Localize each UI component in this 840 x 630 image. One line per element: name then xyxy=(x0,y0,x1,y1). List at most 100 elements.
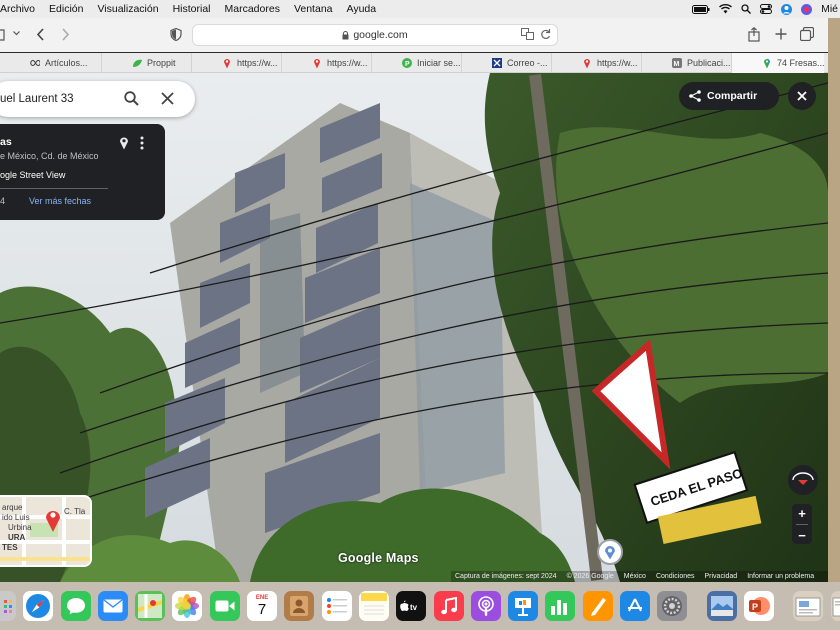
battery-icon[interactable] xyxy=(692,4,710,14)
podcasts-icon[interactable] xyxy=(470,591,501,621)
share-button[interactable]: Compartir xyxy=(679,82,779,110)
menu-edicion[interactable]: Edición xyxy=(42,3,90,15)
bookmark-item-active-tab[interactable]: 74 Fresas... xyxy=(732,53,824,73)
search-box[interactable]: uel Laurent 33 xyxy=(0,81,195,117)
tab-group-chevron-icon[interactable] xyxy=(13,31,20,36)
compass-control[interactable] xyxy=(788,465,818,495)
safari-icon[interactable] xyxy=(23,591,54,621)
photos-icon[interactable] xyxy=(172,591,203,621)
bookmark-item[interactable]: https://w... xyxy=(192,53,282,73)
menu-historial[interactable]: Historial xyxy=(166,3,218,15)
pin-icon xyxy=(222,58,232,68)
infinity-icon xyxy=(30,58,40,68)
street-view-panorama[interactable]: CEDA EL PASO uel Laurent 33 as e México,… xyxy=(0,73,828,582)
tab-overview-icon[interactable] xyxy=(800,27,814,41)
menu-clock[interactable]: Mié xyxy=(821,3,838,15)
reminders-icon[interactable] xyxy=(321,591,352,621)
wifi-icon[interactable] xyxy=(719,4,733,14)
new-tab-icon[interactable] xyxy=(775,28,787,40)
numbers-icon[interactable] xyxy=(545,591,576,621)
zoom-out-button[interactable]: − xyxy=(798,528,806,543)
minimap[interactable]: arque ido Luis Urbina TES URA C. Tla xyxy=(0,495,92,567)
terms-link[interactable]: Condiciones xyxy=(656,573,695,580)
more-dates-link[interactable]: Ver más fechas xyxy=(29,196,91,206)
contacts-icon[interactable] xyxy=(284,591,315,621)
keynote-icon[interactable] xyxy=(508,591,539,621)
user-avatar-icon[interactable] xyxy=(781,3,793,15)
share-label: Compartir xyxy=(707,90,758,102)
back-icon[interactable] xyxy=(36,28,45,41)
menu-ayuda[interactable]: Ayuda xyxy=(340,3,384,15)
preview-icon[interactable] xyxy=(706,591,737,621)
appstore-icon[interactable] xyxy=(620,591,651,621)
proppit-icon xyxy=(132,58,142,68)
music-icon[interactable] xyxy=(433,591,464,621)
close-icon[interactable] xyxy=(161,92,174,108)
appletv-icon[interactable]: tv xyxy=(396,591,427,621)
imagery-source: ogle Street View xyxy=(0,170,66,180)
p-icon: P xyxy=(402,58,412,68)
zoom-divider xyxy=(796,523,808,525)
capture-date: Captura de imágenes: sept 2024 xyxy=(455,573,557,580)
bookmark-item[interactable]: Correo -... xyxy=(462,53,552,73)
search-input[interactable]: uel Laurent 33 xyxy=(0,93,74,105)
menu-ventana[interactable]: Ventana xyxy=(287,3,340,15)
spotlight-icon[interactable] xyxy=(741,4,752,14)
zoom-control: + − xyxy=(792,504,812,544)
zoom-in-button[interactable]: + xyxy=(798,506,806,521)
bookmarks-bar: Artículos... Proppit https://w... https:… xyxy=(0,53,828,73)
menu-archivo[interactable]: Archivo xyxy=(0,3,42,15)
bookmark-item[interactable]: https://w... xyxy=(282,53,372,73)
calendar-day: 7 xyxy=(257,600,267,618)
minimap-label: arque xyxy=(2,503,23,512)
bookmark-item[interactable]: Artículos... xyxy=(0,53,102,73)
lock-icon xyxy=(342,30,349,40)
search-icon[interactable] xyxy=(124,91,139,109)
siri-icon[interactable] xyxy=(801,3,813,15)
bookmark-item[interactable]: https://w... xyxy=(552,53,642,73)
settings-icon[interactable] xyxy=(657,591,688,621)
minimap-label: Urbina xyxy=(8,523,32,532)
control-center-icon[interactable] xyxy=(760,4,773,14)
maps-app-icon[interactable] xyxy=(135,591,166,621)
reload-icon[interactable] xyxy=(540,28,551,43)
close-street-view-button[interactable] xyxy=(788,82,816,110)
bookmark-item[interactable]: P Iniciar se... xyxy=(372,53,462,73)
documents-icon[interactable] xyxy=(830,591,840,621)
close-icon xyxy=(797,91,807,101)
google-maps-logo: Google Maps xyxy=(338,551,419,565)
menu-bar: Archivo Edición Visualización Historial … xyxy=(0,0,840,18)
calendar-icon[interactable]: ENE 7 xyxy=(247,591,278,621)
powerpoint-icon[interactable]: P xyxy=(743,591,774,621)
desktop-background-edge xyxy=(828,18,840,582)
minimap-label: TES xyxy=(2,543,18,552)
translate-icon[interactable] xyxy=(521,28,534,43)
sidebar-toggle-icon[interactable] xyxy=(0,29,6,41)
more-options-icon[interactable] xyxy=(140,136,144,153)
forward-icon[interactable] xyxy=(61,28,70,41)
country-link[interactable]: México xyxy=(624,573,646,580)
messages-icon[interactable] xyxy=(60,591,91,621)
bookmark-item[interactable]: Proppit xyxy=(102,53,192,73)
privacy-link[interactable]: Privacidad xyxy=(705,573,738,580)
share-icon[interactable] xyxy=(748,27,760,42)
address-bar[interactable]: google.com xyxy=(192,24,558,46)
x-icon xyxy=(492,58,502,68)
pages-icon[interactable] xyxy=(582,591,613,621)
bookmark-item[interactable]: M Publicaci... xyxy=(642,53,732,73)
downloads-icon[interactable] xyxy=(793,591,824,621)
svg-text:P: P xyxy=(405,61,410,68)
mail-icon[interactable] xyxy=(97,591,128,621)
location-info-card: as e México, Cd. de México ogle Street V… xyxy=(0,124,165,220)
launchpad-icon[interactable] xyxy=(0,591,16,621)
location-pin-icon[interactable] xyxy=(119,136,129,153)
street-view-pegman-icon xyxy=(46,511,60,532)
menu-marcadores[interactable]: Marcadores xyxy=(218,3,287,15)
menu-visualizacion[interactable]: Visualización xyxy=(90,3,165,15)
notes-icon[interactable] xyxy=(358,591,389,621)
privacy-shield-icon[interactable] xyxy=(170,28,182,41)
report-problem-link[interactable]: Informar un problema xyxy=(747,573,814,580)
svg-text:P: P xyxy=(752,602,758,612)
street-view-location-button[interactable] xyxy=(597,539,623,565)
facetime-icon[interactable] xyxy=(209,591,240,621)
